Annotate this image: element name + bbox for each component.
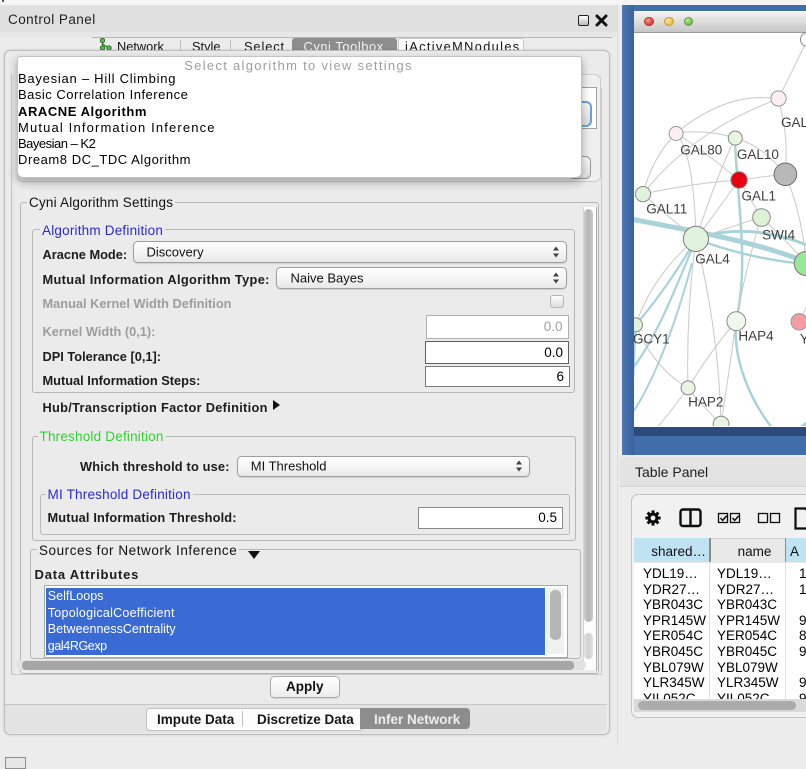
svg-text:GCY1: GCY1 bbox=[634, 331, 670, 346]
svg-text:HAP2: HAP2 bbox=[688, 394, 723, 409]
svg-text:GAL11: GAL11 bbox=[646, 201, 687, 216]
svg-text:YJL0: YJL0 bbox=[799, 331, 806, 346]
svg-text:GAL80: GAL80 bbox=[680, 142, 722, 157]
svg-text:HAP4: HAP4 bbox=[738, 328, 774, 343]
svg-text:SWI4: SWI4 bbox=[762, 227, 795, 242]
svg-text:GAL1: GAL1 bbox=[741, 188, 776, 203]
svg-text:GAL10: GAL10 bbox=[736, 147, 778, 162]
svg-text:GAL7: GAL7 bbox=[781, 115, 806, 130]
svg-text:GAL4: GAL4 bbox=[695, 251, 730, 266]
